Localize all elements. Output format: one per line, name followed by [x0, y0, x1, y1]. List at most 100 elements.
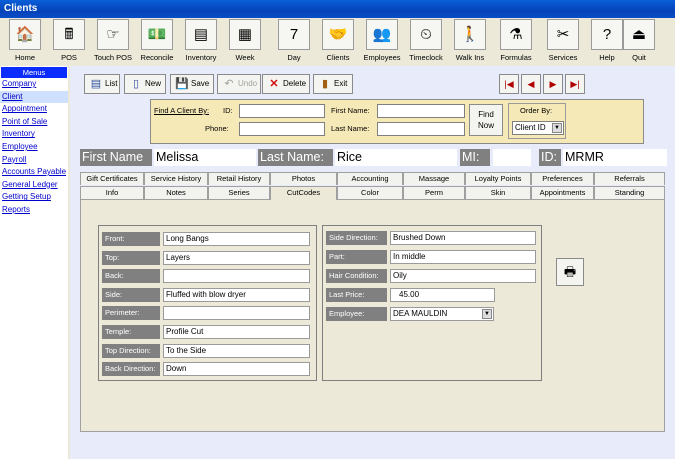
week-calendar-icon: ▦: [229, 19, 261, 50]
perimeter-field[interactable]: [163, 306, 310, 321]
last-price-field[interactable]: 45.00: [390, 288, 495, 302]
delete-x-icon: ✕: [269, 77, 279, 90]
quit-door-icon: ⏏: [623, 19, 655, 50]
sidebar-item-getting-setup[interactable]: Getting Setup: [0, 191, 68, 204]
toolbar-label: Week: [235, 53, 255, 62]
cutcodes-left-group: Front: Long Bangs Top: Layers Back: Side: Fluf…: [98, 225, 317, 381]
next-record-button[interactable]: ▶: [543, 74, 563, 94]
top-direction-field[interactable]: To the Side: [163, 343, 310, 358]
test-tube-icon: ⚗: [500, 19, 532, 50]
find-now-button[interactable]: Find Now: [469, 104, 503, 136]
sidebar-item-employee[interactable]: Employee: [0, 140, 68, 154]
toolbar-button-reconcile[interactable]: 💵 Reconcile: [135, 18, 179, 66]
front-field[interactable]: Long Bangs: [163, 232, 310, 246]
last-name-field[interactable]: Rice: [335, 149, 457, 166]
field-value: Profile Cut: [166, 327, 204, 336]
tab-accounting[interactable]: Accounting: [337, 172, 403, 185]
hair-condition-field[interactable]: Oily: [390, 269, 536, 283]
tab-color[interactable]: Color: [337, 186, 403, 199]
toolbar-button-week[interactable]: ▦ Week: [223, 18, 267, 66]
sidebar-item-point-of-sale[interactable]: Point of Sale: [0, 115, 68, 129]
sidebar-item-general-ledger[interactable]: General Ledger: [0, 178, 68, 192]
first-record-button[interactable]: |◀: [499, 74, 519, 94]
tab-row-top: Gift Certificates Service History Retail H…: [80, 172, 665, 185]
temple-field[interactable]: Profile Cut: [163, 325, 310, 339]
find-last-name-input[interactable]: [377, 122, 465, 136]
find-id-input[interactable]: [239, 104, 325, 118]
toolbar-button-formulas[interactable]: ⚗ Formulas: [494, 18, 538, 66]
toolbar-label: POS: [61, 53, 77, 62]
order-by-select[interactable]: Client ID ▼: [512, 121, 564, 135]
find-first-name-label: First Name:: [331, 106, 370, 115]
back-field[interactable]: [163, 269, 310, 284]
house-icon: 🏠: [9, 19, 41, 50]
tab-series[interactable]: Series: [208, 186, 270, 199]
delete-button[interactable]: ✕ Delete: [262, 74, 310, 94]
tab-massage[interactable]: Massage: [403, 172, 465, 185]
money-icon: 💵: [141, 19, 173, 50]
toolbar-button-clients[interactable]: 🤝 Clients: [316, 18, 360, 66]
sidebar-item-accounts-payable[interactable]: Accounts Payable: [0, 166, 68, 179]
toolbar-button-inventory[interactable]: ▤ Inventory: [179, 18, 223, 66]
tab-info[interactable]: Info: [80, 186, 144, 199]
find-client-panel: Find A Client By: ID: Phone: First Name:…: [150, 99, 644, 144]
sidebar-item-company[interactable]: Company: [0, 78, 68, 91]
find-phone-input[interactable]: [239, 122, 325, 136]
tab-loyalty-points[interactable]: Loyalty Points: [465, 172, 531, 185]
new-document-icon: ▯: [132, 77, 140, 90]
back-direction-field[interactable]: Down: [163, 362, 310, 377]
new-button[interactable]: ▯ New: [124, 74, 166, 94]
previous-record-button[interactable]: ◀: [521, 74, 541, 94]
save-button[interactable]: 💾 Save: [170, 74, 214, 94]
toolbar-button-employees[interactable]: 👥 Employees: [360, 18, 404, 66]
find-first-name-input[interactable]: [377, 104, 465, 118]
toolbar-button-pos[interactable]: 🖩 POS: [47, 18, 91, 66]
toolbar-button-quit[interactable]: ⏏ Quit: [617, 18, 661, 66]
field-label: Side Direction:: [326, 231, 387, 245]
toolbar-button-day[interactable]: 7 Day: [272, 18, 316, 66]
toolbar-button-services[interactable]: ✂ Services: [541, 18, 585, 66]
tab-service-history[interactable]: Service History: [144, 172, 208, 185]
sidebar-item-appointment[interactable]: Appointment: [0, 103, 68, 116]
first-name-field[interactable]: Melissa: [154, 149, 256, 166]
side-direction-field[interactable]: Brushed Down: [390, 231, 536, 245]
field-label: Temple:: [102, 325, 160, 339]
timeclock-icon: ⏲: [410, 19, 442, 50]
sidebar-item-payroll[interactable]: Payroll: [0, 153, 68, 167]
field-value: DEA MAULDIN: [393, 309, 448, 318]
sidebar-item-reports[interactable]: Reports: [0, 203, 68, 217]
field-value: Layers: [166, 252, 191, 262]
tab-retail-history[interactable]: Retail History: [208, 172, 270, 185]
tab-standing[interactable]: Standing: [594, 186, 665, 199]
toolbar-button-walk-ins[interactable]: 🚶 Walk Ins: [448, 18, 492, 66]
tab-referrals[interactable]: Referrals: [594, 172, 665, 185]
sidebar-item-client[interactable]: Client: [0, 90, 68, 104]
print-button[interactable]: 🖶: [556, 258, 584, 286]
undo-button[interactable]: ↶ Undo: [217, 74, 261, 94]
tab-appointments[interactable]: Appointments: [531, 186, 594, 199]
exit-button[interactable]: ▮ Exit: [313, 74, 353, 94]
tab-preferences[interactable]: Preferences: [531, 172, 594, 185]
sidebar-item-inventory[interactable]: Inventory: [0, 128, 68, 141]
tab-skin[interactable]: Skin: [465, 186, 531, 199]
middle-initial-field[interactable]: [493, 149, 531, 166]
top-field[interactable]: Layers: [163, 250, 310, 265]
employee-field[interactable]: DEA MAULDIN ▼: [390, 307, 494, 321]
client-id-field[interactable]: MRMR: [563, 149, 667, 166]
part-field[interactable]: In middle: [390, 250, 536, 264]
toolbar-button-touch-pos[interactable]: ☞ Touch POS: [91, 18, 135, 66]
last-record-button[interactable]: ▶|: [565, 74, 585, 94]
field-value: Long Bangs: [166, 234, 209, 243]
toolbar-button-timeclock[interactable]: ⏲ Timeclock: [404, 18, 448, 66]
tab-perm[interactable]: Perm: [403, 186, 465, 199]
toolbar-button-home[interactable]: 🏠 Home: [3, 18, 47, 66]
scissors-icon: ✂: [547, 19, 579, 50]
side-field[interactable]: Fluffed with blow dryer: [163, 287, 310, 302]
floppy-disk-icon: 💾: [175, 77, 189, 90]
toolbar-label: Home: [14, 53, 35, 62]
tab-photos[interactable]: Photos: [270, 172, 337, 185]
tab-gift-certificates[interactable]: Gift Certificates: [80, 172, 144, 185]
tab-notes[interactable]: Notes: [144, 186, 208, 199]
list-button[interactable]: ▤ List: [84, 74, 120, 94]
tab-cutcodes[interactable]: CutCodes: [270, 186, 337, 200]
